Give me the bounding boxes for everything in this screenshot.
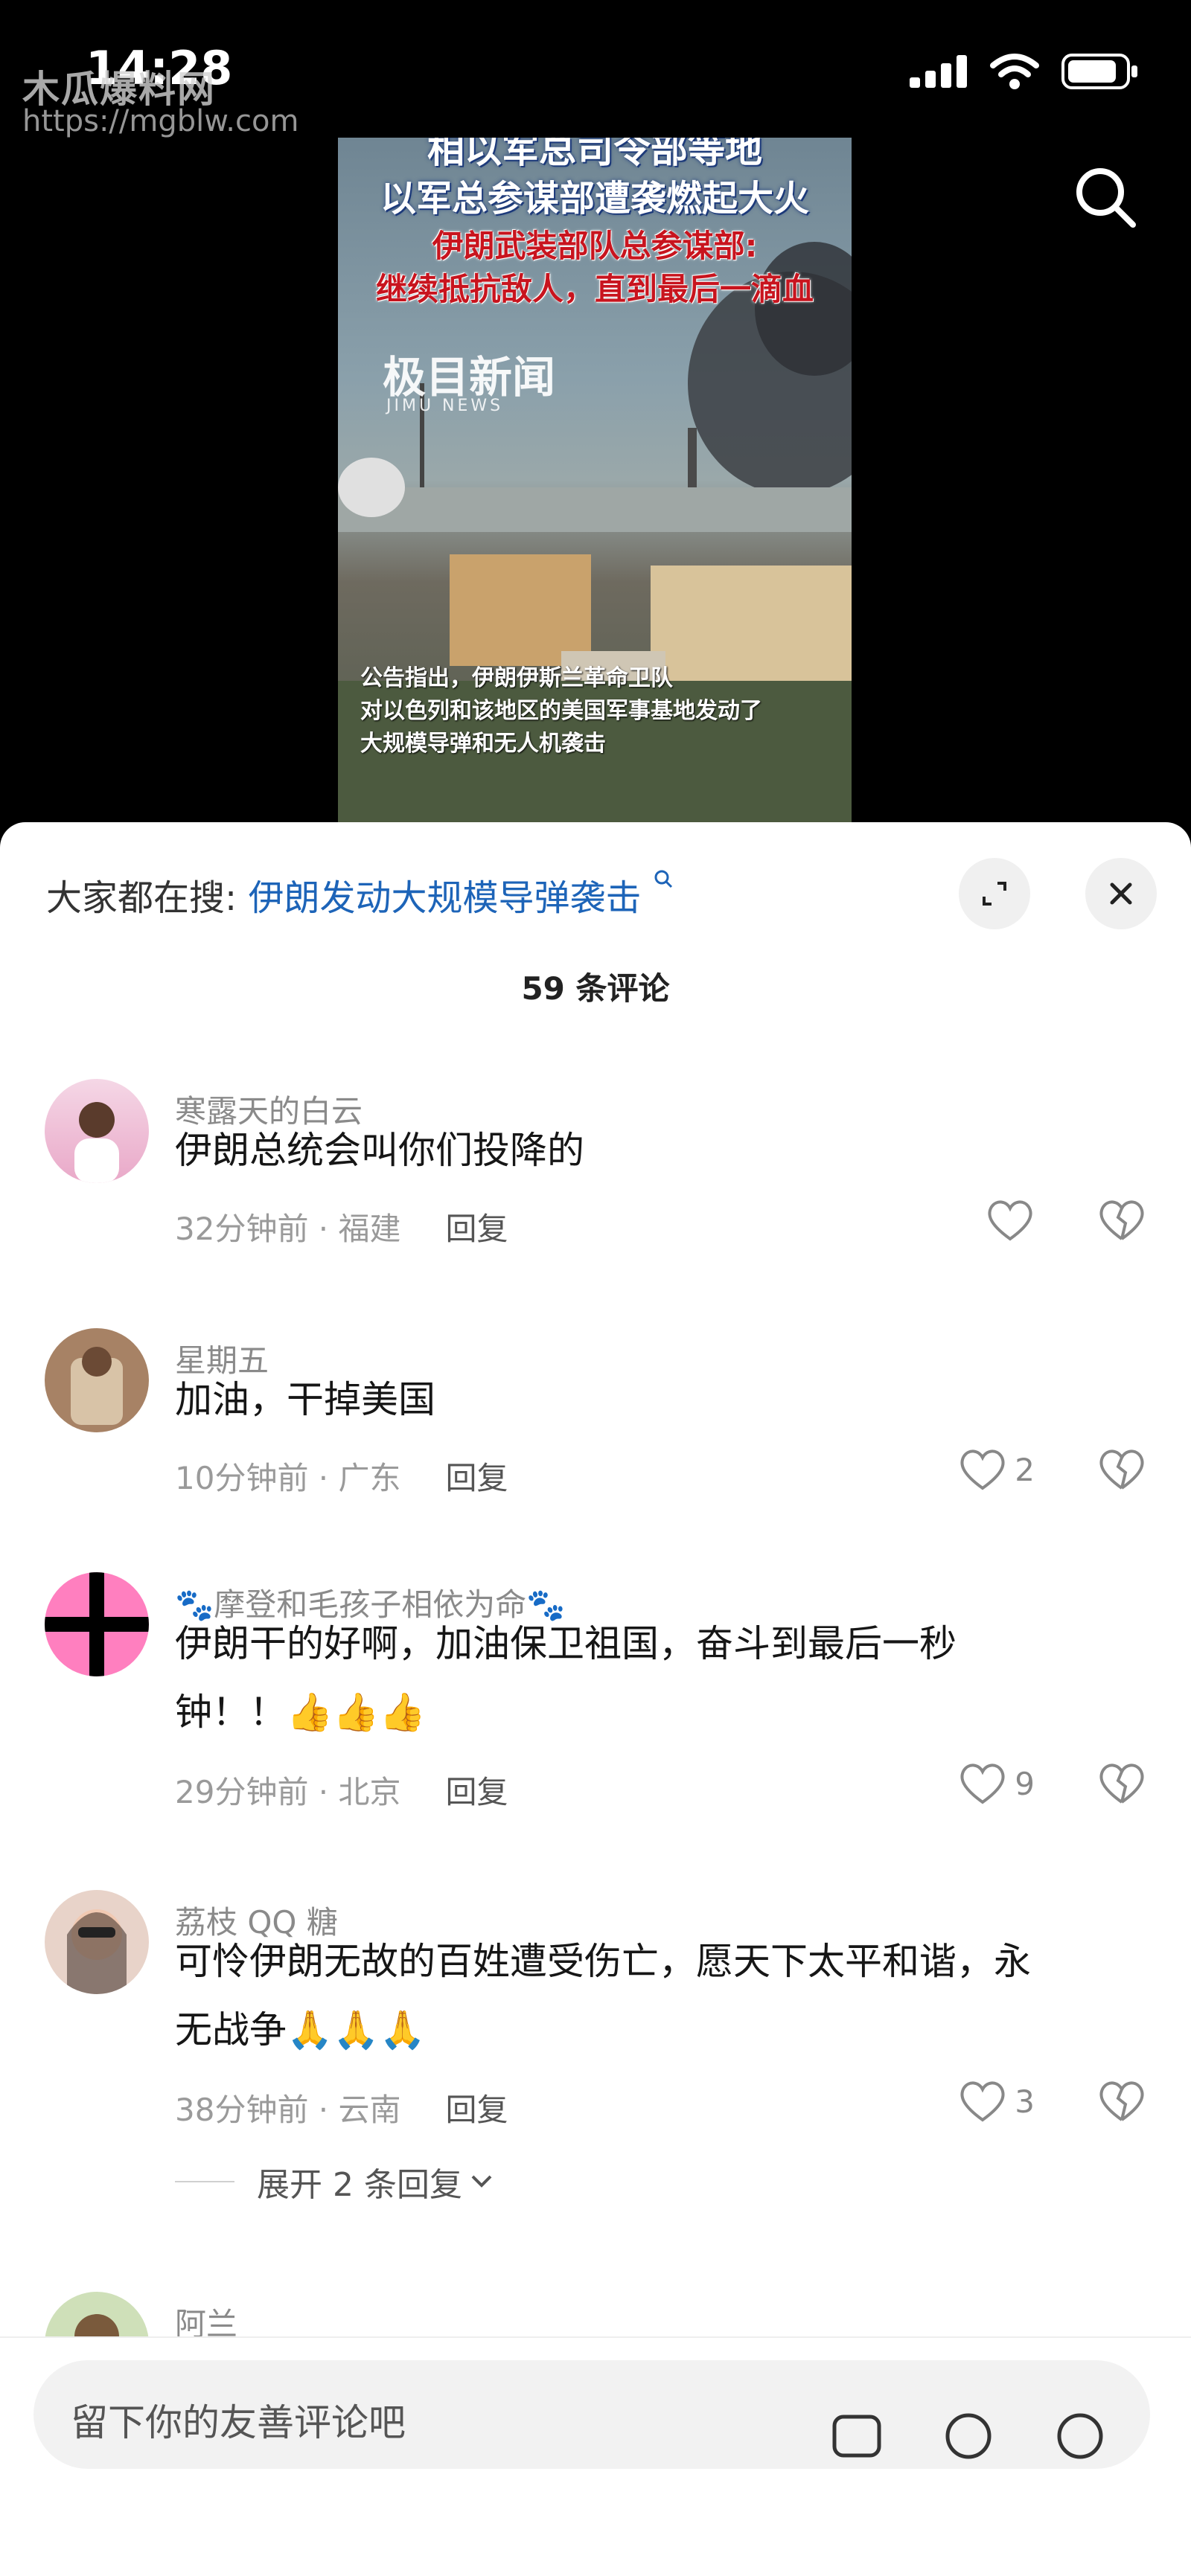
like-button[interactable]: 2 <box>958 1447 1035 1492</box>
dislike-button[interactable] <box>1097 2079 1146 2127</box>
comment-text: 伊朗干的好啊，加油保卫祖国，奋斗到最后一秒 钟！！👍👍👍 <box>175 1609 1143 1746</box>
small-search-icon <box>654 870 672 888</box>
dislike-button[interactable] <box>1097 1198 1146 1246</box>
heart-icon <box>960 1763 1005 1804</box>
video-headline: 以军总参谋部遭袭燃起大火 <box>380 178 809 220</box>
comment-text-line-2: 无战争🙏🙏🙏 <box>175 2008 426 2051</box>
like-count: 3 <box>1015 2083 1035 2120</box>
video-caption-2: 对以色列和该地区的美国军事基地发动了 <box>360 698 762 724</box>
comment-input[interactable]: 留下你的友善评论吧 <box>33 2360 1150 2469</box>
avatar-image <box>67 1909 127 1994</box>
expand-replies-button[interactable]: 展开 2 条回复 <box>175 2158 495 2205</box>
dislike-button[interactable] <box>1097 1761 1146 1809</box>
reply-button[interactable]: 回复 <box>446 2092 508 2128</box>
watermark-url: https://mgblw.com <box>22 104 299 138</box>
search-icon <box>1076 168 1136 228</box>
comment-input-bar: 留下你的友善评论吧 <box>0 2336 1191 2576</box>
comment-meta: 29分钟前 · 北京 回复 <box>175 1767 508 1813</box>
comment-input-placeholder: 留下你的友善评论吧 <box>71 2401 406 2444</box>
comment-item: 荔枝 QQ 糖 可怜伊朗无故的百姓遭受伤亡，愿天下太平和谐，永 无战争🙏🙏🙏 3… <box>0 1890 1191 2307</box>
dislike-button[interactable] <box>1097 1447 1146 1495</box>
reply-button[interactable]: 回复 <box>446 1460 508 1496</box>
video-player[interactable]: 相以军总司令部等地 以军总参谋部遭袭燃起大火 伊朗武装部队总参谋部: 继续抵抗敌… <box>338 138 852 822</box>
video-caption-1: 公告指出，伊朗伊斯兰革命卫队 <box>360 665 673 691</box>
signal-icon <box>910 55 967 88</box>
reply-button[interactable]: 回复 <box>446 1211 508 1247</box>
close-icon <box>1110 882 1132 905</box>
comment-text-line-1: 可怜伊朗无故的百姓遭受伤亡，愿天下太平和谐，永 <box>175 1940 1031 1983</box>
avatar[interactable] <box>45 1328 149 1432</box>
avatar[interactable] <box>45 1890 149 1994</box>
video-logo: 极目新闻 <box>383 352 556 403</box>
video-subhead-2: 继续抵抗敌人，直到最后一滴血 <box>375 271 814 307</box>
like-count: 9 <box>1015 1765 1035 1802</box>
comment-time: 10分钟前 · 广东 <box>175 1460 401 1496</box>
like-count: 2 <box>1015 1451 1035 1488</box>
heart-icon <box>988 1200 1032 1241</box>
comment-time: 29分钟前 · 北京 <box>175 1774 401 1810</box>
wifi-icon <box>990 54 1039 89</box>
expand-replies-label: 展开 2 条回复 <box>257 2166 462 2204</box>
video-headline-top: 相以军总司令部等地 <box>427 138 762 171</box>
heart-icon <box>960 2081 1005 2122</box>
chevron-down-icon <box>471 2175 492 2188</box>
emoji-icon[interactable] <box>1053 2409 1107 2463</box>
heart-icon <box>960 1449 1005 1490</box>
avatar[interactable] <box>45 1079 149 1183</box>
broken-heart-icon <box>1099 2081 1144 2121</box>
image-icon[interactable] <box>830 2409 884 2463</box>
comment-text: 伊朗总统会叫你们投降的 <box>175 1129 584 1172</box>
battery-icon <box>1061 54 1137 89</box>
comment-item: 星期五 加油，干掉美国 10分钟前 · 广东 回复 2 <box>0 1328 1191 1551</box>
comment-meta: 10分钟前 · 广东 回复 <box>175 1453 508 1499</box>
trending-search[interactable]: 大家都在搜: 伊朗发动大规模导弹袭击 <box>46 868 674 920</box>
broken-heart-icon <box>1099 1200 1144 1240</box>
comment-text-line-2: 钟！！👍👍👍 <box>175 1691 426 1734</box>
like-button[interactable] <box>986 1198 1035 1243</box>
close-button[interactable] <box>1085 858 1157 929</box>
comments-sheet: 大家都在搜: 伊朗发动大规模导弹袭击 59 条评论 寒露天的白云 伊朗总统会叫你… <box>0 822 1191 2576</box>
avatar-image <box>71 1347 123 1425</box>
video-subhead-1: 伊朗武装部队总参谋部: <box>432 228 758 264</box>
trending-search-prefix: 大家都在搜: <box>46 877 237 919</box>
comment-text: 可怜伊朗无故的百姓遭受伤亡，愿天下太平和谐，永 无战争🙏🙏🙏 <box>175 1927 1143 2064</box>
broken-heart-icon <box>1099 1763 1144 1804</box>
reply-button[interactable]: 回复 <box>446 1774 508 1810</box>
expand-divider <box>175 2181 234 2182</box>
comment-item: 寒露天的白云 伊朗总统会叫你们投降的 32分钟前 · 福建 回复 <box>0 1079 1191 1302</box>
comment-time: 32分钟前 · 福建 <box>175 1211 401 1247</box>
comment-time: 38分钟前 · 云南 <box>175 2092 401 2128</box>
avatar-image <box>45 1572 149 1676</box>
comment-meta: 38分钟前 · 云南 回复 <box>175 2085 508 2130</box>
comment-text-line-1: 伊朗干的好啊，加油保卫祖国，奋斗到最后一秒 <box>175 1622 957 1665</box>
like-button[interactable]: 3 <box>958 2079 1035 2124</box>
video-logo-sub: JIMU NEWS <box>386 397 504 415</box>
trending-search-query[interactable]: 伊朗发动大规模导弹袭击 <box>248 877 641 919</box>
comment-count: 59 条评论 <box>521 970 670 1007</box>
broken-heart-icon <box>1099 1449 1144 1490</box>
expand-button[interactable] <box>959 858 1030 929</box>
expand-icon <box>983 882 1006 906</box>
avatar-image <box>74 1102 119 1183</box>
search-button[interactable] <box>1072 164 1139 234</box>
comment-text: 加油，干掉美国 <box>175 1378 435 1421</box>
comment-item: 🐾摩登和毛孩子相依为命🐾 伊朗干的好啊，加油保卫祖国，奋斗到最后一秒 钟！！👍👍… <box>0 1572 1191 1885</box>
status-icons <box>910 54 1139 89</box>
video-caption-3: 大规模导弹和无人机袭击 <box>360 731 606 757</box>
at-icon[interactable] <box>942 2409 995 2463</box>
comment-meta: 32分钟前 · 福建 回复 <box>175 1204 508 1249</box>
like-button[interactable]: 9 <box>958 1761 1035 1806</box>
status-bar: 14:28 木瓜爆料网 https://mgblw.com <box>0 0 1191 141</box>
avatar[interactable] <box>45 1572 149 1676</box>
